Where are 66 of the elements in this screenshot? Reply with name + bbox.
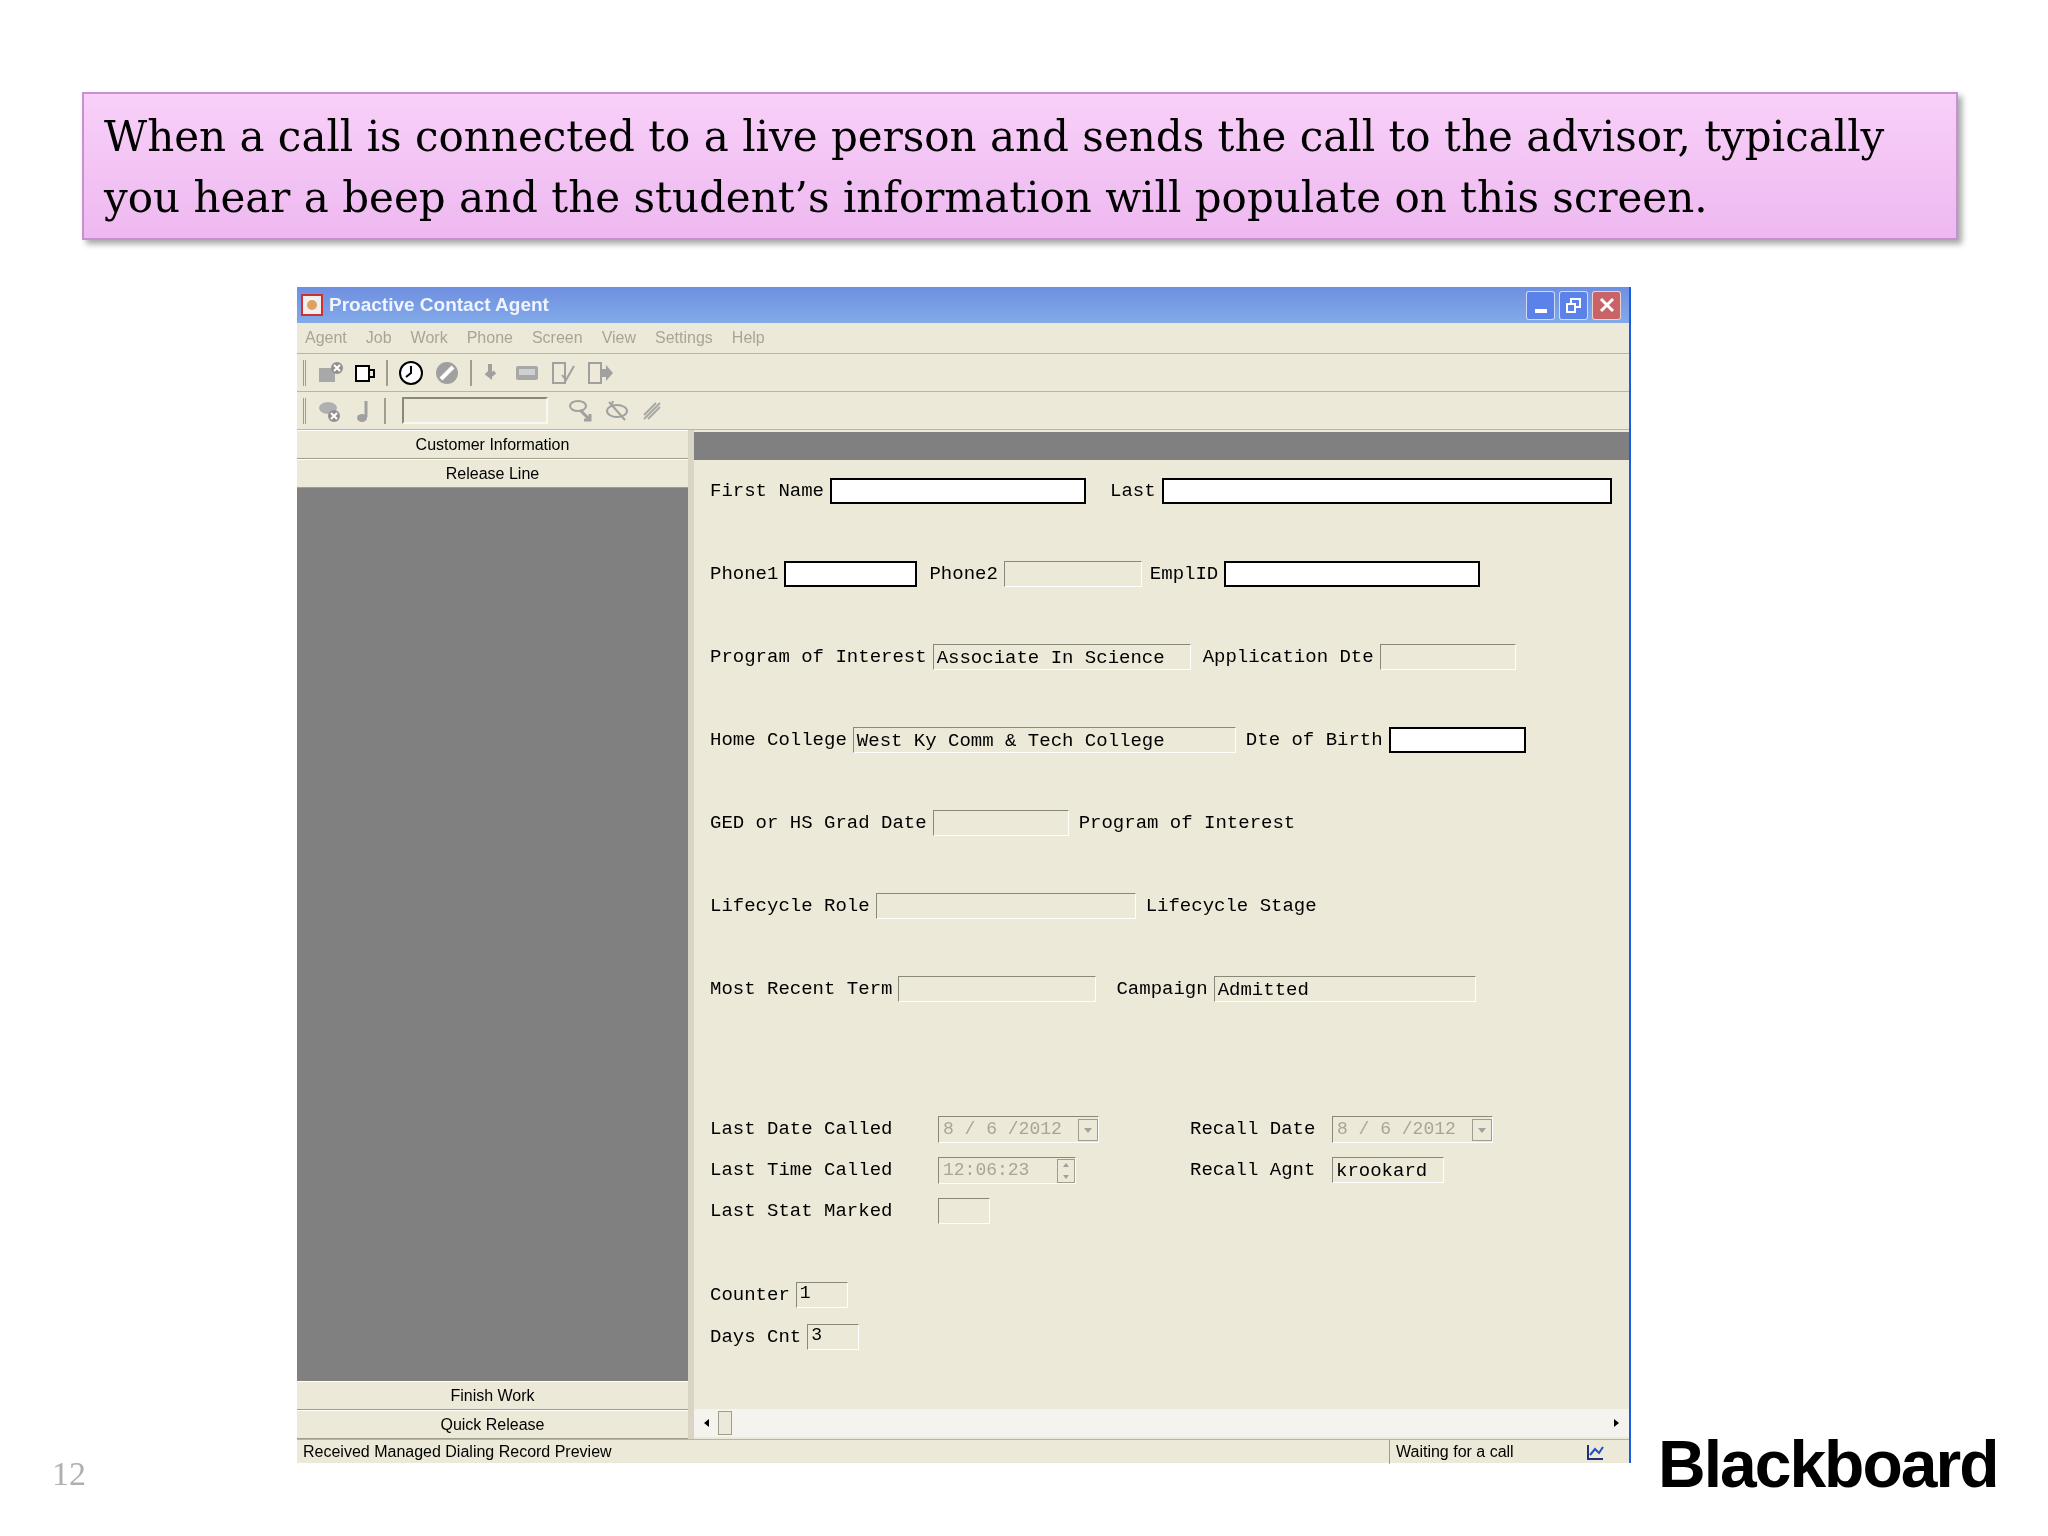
field-label: Recall Date (1190, 1117, 1317, 1142)
field-label: Days Cnt (710, 1325, 802, 1350)
window-title: Proactive Contact Agent (329, 292, 549, 317)
input-field[interactable]: Associate In Science (932, 644, 1191, 670)
scroll-thumb[interactable] (718, 1411, 732, 1435)
close-button[interactable] (1592, 290, 1621, 320)
side-button[interactable]: Quick Release (297, 1410, 688, 1439)
field-label: Most Recent Term (710, 977, 893, 1002)
document-check-icon[interactable] (550, 360, 576, 385)
side-button[interactable]: Release Line (297, 459, 688, 488)
minimize-button[interactable] (1526, 290, 1555, 320)
toolbar-field[interactable] (402, 397, 548, 424)
minimize-icon (1534, 308, 1547, 313)
input-field[interactable]: 1 (795, 1282, 848, 1308)
horizontal-scrollbar[interactable] (694, 1409, 1629, 1437)
field-label: Campaign (1116, 977, 1208, 1002)
field-label: Lifecycle Role (710, 894, 870, 919)
field-label: EmplID (1149, 562, 1219, 587)
field-label: Counter (710, 1283, 790, 1308)
status-state: Waiting for a call (1389, 1439, 1577, 1464)
field-label: Last (1110, 479, 1156, 504)
app-icon (301, 294, 323, 316)
field-label: Dte of Birth (1245, 728, 1383, 753)
chart-icon (1585, 1442, 1605, 1461)
close-icon (1598, 297, 1615, 313)
field-label: Program of Interest (1078, 811, 1296, 836)
callout-text: When a call is connected to a live person and sends the call to the advisor, typically you hear a beep and the student’s information will populate on this screen. (104, 111, 1886, 224)
status-message: Received Managed Dialing Record Preview (302, 1441, 613, 1462)
input-field[interactable]: West Ky Comm & Tech College (852, 727, 1236, 753)
field-label: Phone2 (929, 562, 998, 587)
field-label: First Name (710, 479, 825, 504)
field-label: Program of Interest (710, 645, 927, 670)
phone-arrow-icon[interactable] (568, 397, 594, 424)
input-field[interactable] (1224, 561, 1481, 587)
input-field[interactable] (1003, 561, 1142, 587)
input-field[interactable]: 3 (807, 1324, 860, 1350)
page-number: 12 (52, 1454, 86, 1494)
clock-icon[interactable] (398, 359, 424, 386)
input-field[interactable] (1388, 727, 1526, 753)
input-field[interactable] (875, 893, 1136, 919)
exit-icon[interactable] (586, 360, 614, 385)
input-field[interactable] (1161, 478, 1612, 504)
block-icon[interactable] (434, 359, 460, 386)
field-label: Home College (710, 728, 847, 753)
input-field[interactable] (938, 1198, 990, 1224)
input-field[interactable]: Admitted (1213, 976, 1476, 1002)
field-label: Recall Agnt (1190, 1158, 1317, 1183)
restore-icon (1566, 297, 1581, 313)
input-field[interactable] (1379, 644, 1516, 670)
input-field[interactable] (784, 561, 918, 587)
input-field[interactable] (830, 478, 1087, 504)
side-button[interactable]: Customer Information (297, 430, 688, 459)
field-label: Lifecycle Stage (1145, 894, 1317, 919)
field-label: Phone1 (710, 562, 779, 587)
brand-logo: Blackboard (1658, 1426, 1998, 1503)
field-label: Last Date Called (710, 1117, 894, 1142)
field-label: GED or HS Grad Date (710, 811, 927, 836)
field-label: Last Stat Marked (710, 1199, 894, 1224)
input-field[interactable]: krookard (1332, 1157, 1444, 1183)
input-field[interactable] (898, 976, 1097, 1002)
field-label: Application Dte (1202, 645, 1374, 670)
side-button[interactable]: Finish Work (297, 1381, 688, 1410)
cup-icon[interactable] (354, 362, 376, 383)
input-field[interactable] (932, 810, 1069, 836)
restore-button[interactable] (1559, 290, 1588, 320)
field-label: Last Time Called (710, 1158, 894, 1183)
